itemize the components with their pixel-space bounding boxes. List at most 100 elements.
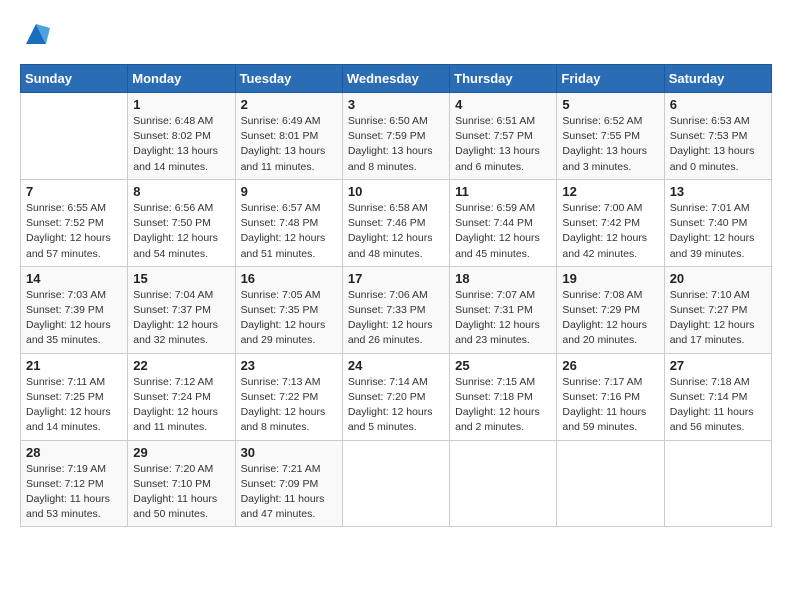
calendar-cell: 18 Sunrise: 7:07 AM Sunset: 7:31 PM Dayli… [450,266,557,353]
calendar-cell: 9 Sunrise: 6:57 AM Sunset: 7:48 PM Daylig… [235,179,342,266]
day-number: 6 [670,97,766,112]
calendar-cell: 1 Sunrise: 6:48 AM Sunset: 8:02 PM Daylig… [128,93,235,180]
day-info: Sunrise: 6:55 AM Sunset: 7:52 PM Dayligh… [26,201,122,262]
calendar-cell: 15 Sunrise: 7:04 AM Sunset: 7:37 PM Dayli… [128,266,235,353]
logo [20,20,50,48]
calendar-week-row: 28 Sunrise: 7:19 AM Sunset: 7:12 PM Dayli… [21,440,772,527]
calendar-cell: 28 Sunrise: 7:19 AM Sunset: 7:12 PM Dayli… [21,440,128,527]
calendar-cell: 11 Sunrise: 6:59 AM Sunset: 7:44 PM Dayli… [450,179,557,266]
day-number: 16 [241,271,337,286]
day-number: 1 [133,97,229,112]
weekday-header: Tuesday [235,65,342,93]
calendar-cell [342,440,449,527]
day-number: 22 [133,358,229,373]
day-number: 23 [241,358,337,373]
calendar-week-row: 1 Sunrise: 6:48 AM Sunset: 8:02 PM Daylig… [21,93,772,180]
calendar-cell: 19 Sunrise: 7:08 AM Sunset: 7:29 PM Dayli… [557,266,664,353]
day-number: 9 [241,184,337,199]
calendar-cell: 4 Sunrise: 6:51 AM Sunset: 7:57 PM Daylig… [450,93,557,180]
day-info: Sunrise: 6:52 AM Sunset: 7:55 PM Dayligh… [562,114,658,175]
day-info: Sunrise: 7:06 AM Sunset: 7:33 PM Dayligh… [348,288,444,349]
day-number: 21 [26,358,122,373]
calendar-cell: 3 Sunrise: 6:50 AM Sunset: 7:59 PM Daylig… [342,93,449,180]
calendar-cell: 22 Sunrise: 7:12 AM Sunset: 7:24 PM Dayli… [128,353,235,440]
day-info: Sunrise: 7:04 AM Sunset: 7:37 PM Dayligh… [133,288,229,349]
day-number: 28 [26,445,122,460]
calendar-cell: 29 Sunrise: 7:20 AM Sunset: 7:10 PM Dayli… [128,440,235,527]
weekday-header: Sunday [21,65,128,93]
day-info: Sunrise: 7:07 AM Sunset: 7:31 PM Dayligh… [455,288,551,349]
day-number: 4 [455,97,551,112]
day-number: 26 [562,358,658,373]
calendar-cell [450,440,557,527]
day-number: 24 [348,358,444,373]
weekday-header: Monday [128,65,235,93]
calendar-cell: 23Sunrise: 7:13 AM Sunset: 7:22 PM Dayli… [235,353,342,440]
day-number: 30 [241,445,337,460]
calendar-cell: 14Sunrise: 7:03 AM Sunset: 7:39 PM Dayli… [21,266,128,353]
calendar-cell: 26 Sunrise: 7:17 AM Sunset: 7:16 PM Dayli… [557,353,664,440]
day-info: Sunrise: 7:20 AM Sunset: 7:10 PM Dayligh… [133,462,229,523]
calendar-cell: 21 Sunrise: 7:11 AM Sunset: 7:25 PM Dayli… [21,353,128,440]
calendar-cell: 8Sunrise: 6:56 AM Sunset: 7:50 PM Daylig… [128,179,235,266]
calendar-cell: 13 Sunrise: 7:01 AM Sunset: 7:40 PM Dayli… [664,179,771,266]
day-number: 8 [133,184,229,199]
day-number: 19 [562,271,658,286]
calendar-cell [21,93,128,180]
day-number: 25 [455,358,551,373]
calendar-cell: 5 Sunrise: 6:52 AM Sunset: 7:55 PM Daylig… [557,93,664,180]
weekday-header: Thursday [450,65,557,93]
calendar-cell: 2 Sunrise: 6:49 AM Sunset: 8:01 PM Daylig… [235,93,342,180]
day-number: 11 [455,184,551,199]
weekday-header: Friday [557,65,664,93]
day-number: 29 [133,445,229,460]
day-info: Sunrise: 7:21 AM Sunset: 7:09 PM Dayligh… [241,462,337,523]
day-info: Sunrise: 6:53 AM Sunset: 7:53 PM Dayligh… [670,114,766,175]
calendar-cell: 27Sunrise: 7:18 AM Sunset: 7:14 PM Dayli… [664,353,771,440]
day-info: Sunrise: 6:48 AM Sunset: 8:02 PM Dayligh… [133,114,229,175]
day-number: 3 [348,97,444,112]
calendar-cell: 12Sunrise: 7:00 AM Sunset: 7:42 PM Dayli… [557,179,664,266]
calendar-week-row: 14Sunrise: 7:03 AM Sunset: 7:39 PM Dayli… [21,266,772,353]
day-info: Sunrise: 7:10 AM Sunset: 7:27 PM Dayligh… [670,288,766,349]
day-info: Sunrise: 6:50 AM Sunset: 7:59 PM Dayligh… [348,114,444,175]
day-info: Sunrise: 6:49 AM Sunset: 8:01 PM Dayligh… [241,114,337,175]
day-info: Sunrise: 6:58 AM Sunset: 7:46 PM Dayligh… [348,201,444,262]
day-info: Sunrise: 6:51 AM Sunset: 7:57 PM Dayligh… [455,114,551,175]
calendar-cell: 17 Sunrise: 7:06 AM Sunset: 7:33 PM Dayli… [342,266,449,353]
day-number: 17 [348,271,444,286]
calendar-cell [557,440,664,527]
weekday-header: Wednesday [342,65,449,93]
day-number: 15 [133,271,229,286]
day-info: Sunrise: 7:08 AM Sunset: 7:29 PM Dayligh… [562,288,658,349]
day-number: 10 [348,184,444,199]
day-info: Sunrise: 7:19 AM Sunset: 7:12 PM Dayligh… [26,462,122,523]
day-number: 2 [241,97,337,112]
day-info: Sunrise: 7:01 AM Sunset: 7:40 PM Dayligh… [670,201,766,262]
calendar-table: SundayMondayTuesdayWednesdayThursdayFrid… [20,64,772,527]
day-info: Sunrise: 7:05 AM Sunset: 7:35 PM Dayligh… [241,288,337,349]
calendar-cell: 20 Sunrise: 7:10 AM Sunset: 7:27 PM Dayli… [664,266,771,353]
day-number: 12 [562,184,658,199]
day-number: 18 [455,271,551,286]
day-info: Sunrise: 7:11 AM Sunset: 7:25 PM Dayligh… [26,375,122,436]
calendar-cell: 7 Sunrise: 6:55 AM Sunset: 7:52 PM Daylig… [21,179,128,266]
day-number: 13 [670,184,766,199]
day-number: 20 [670,271,766,286]
day-number: 7 [26,184,122,199]
calendar-cell: 24Sunrise: 7:14 AM Sunset: 7:20 PM Dayli… [342,353,449,440]
logo-icon [22,20,50,48]
day-info: Sunrise: 7:15 AM Sunset: 7:18 PM Dayligh… [455,375,551,436]
calendar-cell: 25 Sunrise: 7:15 AM Sunset: 7:18 PM Dayli… [450,353,557,440]
day-info: Sunrise: 6:57 AM Sunset: 7:48 PM Dayligh… [241,201,337,262]
day-info: Sunrise: 7:17 AM Sunset: 7:16 PM Dayligh… [562,375,658,436]
calendar-cell: 6 Sunrise: 6:53 AM Sunset: 7:53 PM Daylig… [664,93,771,180]
calendar-week-row: 7 Sunrise: 6:55 AM Sunset: 7:52 PM Daylig… [21,179,772,266]
calendar-cell: 30 Sunrise: 7:21 AM Sunset: 7:09 PM Dayli… [235,440,342,527]
day-info: Sunrise: 6:59 AM Sunset: 7:44 PM Dayligh… [455,201,551,262]
calendar-cell [664,440,771,527]
weekday-header: Saturday [664,65,771,93]
calendar-header-row: SundayMondayTuesdayWednesdayThursdayFrid… [21,65,772,93]
day-info: Sunrise: 7:12 AM Sunset: 7:24 PM Dayligh… [133,375,229,436]
day-number: 5 [562,97,658,112]
